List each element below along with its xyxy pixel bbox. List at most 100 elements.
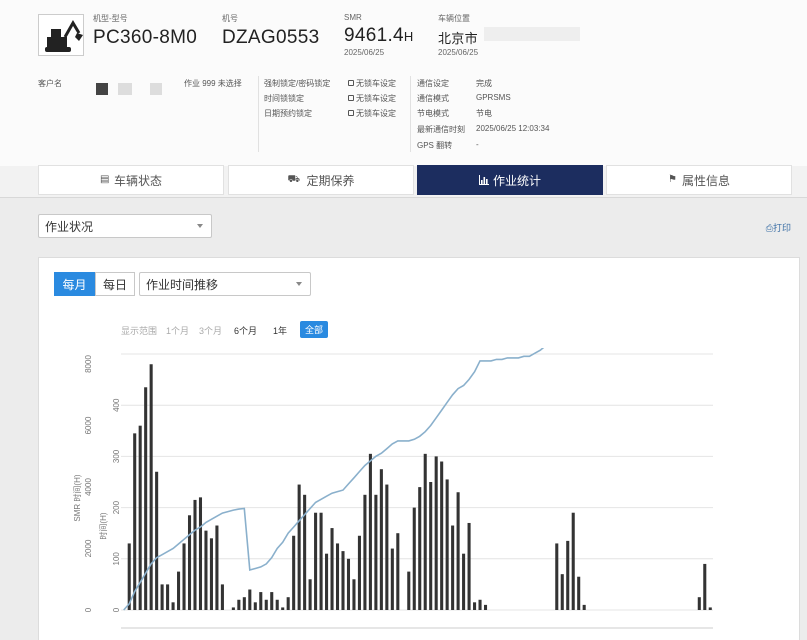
work-time-chart: 0 2000 4000 6000 8000 SMR 时间(H) 0 100 200 300 400 时…	[72, 348, 713, 629]
bar	[215, 525, 219, 610]
customer-label: 客户名	[38, 79, 62, 88]
left-axis-tick-label: 4000	[84, 478, 93, 496]
bar	[209, 538, 213, 610]
content-area: 作业状况 ⎙打印 每月 每日 作业时间推移 显示范围 1个月 3个月 6个月 1…	[0, 197, 807, 640]
bar	[144, 387, 148, 610]
location-field: 车辆位置 北京市 2025/06/25	[438, 13, 478, 57]
bar	[429, 482, 433, 610]
bar	[292, 535, 296, 610]
location-date: 2025/06/25	[438, 48, 479, 57]
right-axis-tick-label: 0	[112, 607, 121, 612]
bar	[149, 364, 153, 610]
tab-work-statistics[interactable]: 作业统计	[417, 165, 603, 195]
bar	[374, 494, 378, 610]
bar	[396, 533, 400, 610]
tab-bar: ▤ 车辆状态 ⛟ 定期保养 作业统计 ⚑ 属性信息	[0, 165, 807, 197]
bar	[697, 597, 701, 610]
right-axis-tick-label: 300	[112, 449, 121, 463]
lock-row-2-label: 时间锁锁定	[264, 94, 304, 103]
comm-row-4-value: 2025/06/25 12:03:34	[476, 124, 550, 133]
bar	[133, 433, 137, 610]
bar	[270, 592, 274, 610]
bar	[237, 599, 241, 610]
comm-row-4-label: 最新通信时刻	[417, 125, 465, 134]
comm-row-1-label: 通信设定	[417, 79, 449, 88]
print-button[interactable]: ⎙打印	[766, 221, 791, 234]
smr-label: SMR	[344, 13, 362, 22]
tab-label: 车辆状态	[113, 173, 162, 188]
bar	[286, 597, 290, 610]
comm-row-5-value: -	[476, 140, 479, 149]
divider	[258, 76, 259, 152]
bar	[478, 599, 482, 610]
range-1-month[interactable]: 1个月	[166, 324, 189, 337]
bar	[177, 571, 181, 610]
bar	[314, 512, 318, 610]
print-label: 打印	[772, 223, 791, 233]
tab-attributes[interactable]: ⚑ 属性信息	[606, 165, 792, 195]
range-6-months[interactable]: 6个月	[234, 324, 257, 337]
bar	[220, 584, 224, 610]
comm-row-3-value: 节电	[476, 109, 492, 118]
customer-redacted-3	[150, 83, 162, 95]
status-select[interactable]: 作业状况	[38, 214, 212, 238]
bar	[281, 607, 285, 610]
lock-row-1-value: 无锁车设定	[348, 78, 396, 89]
bar	[467, 522, 471, 610]
bar	[412, 507, 416, 610]
right-axis-title: 时间(H)	[98, 512, 108, 539]
bar	[171, 602, 175, 610]
lock-icon	[348, 109, 354, 116]
bar	[456, 492, 460, 610]
bar	[368, 453, 372, 610]
bar	[390, 548, 394, 610]
bar	[303, 494, 307, 610]
bar	[242, 597, 246, 610]
bar	[325, 553, 329, 610]
bar	[155, 471, 159, 610]
bar	[451, 525, 455, 610]
bar	[462, 553, 466, 610]
status-select-value: 作业状况	[45, 219, 94, 234]
printer-icon: ⎙	[765, 223, 773, 233]
work-select-label: 作业 999 未选择	[184, 79, 242, 88]
bar	[231, 607, 235, 610]
bar	[703, 563, 707, 610]
range-3-months[interactable]: 3个月	[199, 324, 222, 337]
bar-chart-icon	[478, 175, 489, 185]
bar	[330, 528, 334, 610]
vehicle-header: 机型-型号 PC360-8M0 机号 DZAG0553 SMR 9461.4H …	[0, 0, 807, 166]
smr-date: 2025/06/25	[344, 48, 385, 57]
range-all[interactable]: 全部	[300, 321, 329, 338]
location-redacted	[484, 27, 580, 41]
bar	[346, 558, 351, 610]
right-axis-tick-label: 200	[112, 500, 121, 514]
tab-label: 作业统计	[492, 173, 541, 188]
bar	[560, 574, 564, 610]
chevron-down-icon	[197, 224, 203, 228]
bar	[319, 512, 323, 610]
bar	[418, 487, 422, 610]
daily-button[interactable]: 每日	[95, 272, 135, 296]
comm-row-1-value: 完成	[476, 79, 492, 88]
lock-row-3-value: 无锁车设定	[348, 108, 396, 119]
chart-type-select[interactable]: 作业时间推移	[139, 272, 311, 296]
comm-row-5-label: GPS 翻转	[417, 141, 453, 150]
bar	[160, 584, 164, 610]
monthly-button[interactable]: 每月	[54, 272, 95, 296]
range-1-year[interactable]: 1年	[273, 324, 287, 337]
serial-field: 机号 DZAG0553	[222, 13, 319, 49]
bar	[582, 604, 586, 610]
comm-row-2-label: 通信模式	[417, 94, 449, 103]
excavator-icon	[38, 14, 84, 56]
serial-value: DZAG0553	[222, 27, 320, 48]
tab-vehicle-status[interactable]: ▤ 车辆状态	[38, 165, 224, 195]
tab-maintenance[interactable]: ⛟ 定期保养	[228, 165, 414, 195]
smr-value: 9461.4H	[344, 25, 414, 46]
serial-label: 机号	[222, 14, 238, 23]
bar	[182, 543, 186, 610]
lock-row-3-label: 日期预约锁定	[264, 109, 312, 118]
smr-field: SMR 9461.4H 2025/06/25	[344, 13, 414, 57]
smr-unit: H	[403, 29, 414, 44]
bar	[352, 579, 356, 610]
